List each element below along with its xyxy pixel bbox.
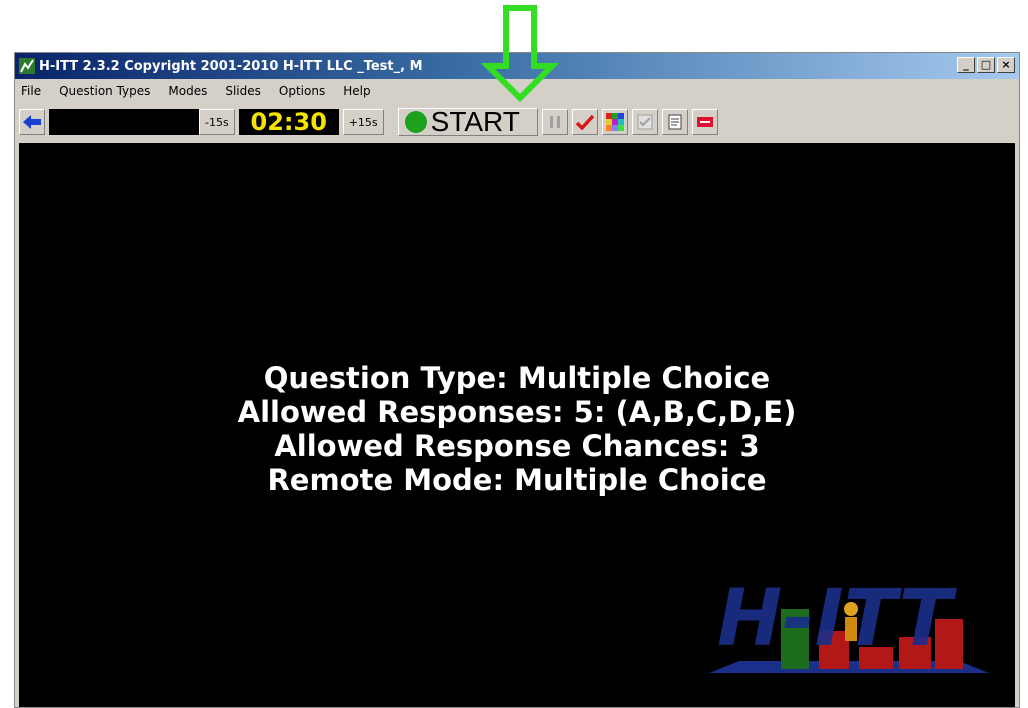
document-icon (668, 114, 682, 130)
disabled-check-button[interactable] (631, 109, 658, 135)
window-title: H-ITT 2.3.2 Copyright 2001-2010 H-ITT LL… (39, 58, 423, 74)
app-icon (19, 58, 35, 74)
back-button[interactable] (19, 109, 45, 135)
h-itt-logo: H-ITT (709, 574, 989, 673)
question-type-line: Question Type: Multiple Choice (263, 361, 771, 395)
stop-button[interactable] (691, 109, 718, 135)
close-button[interactable]: × (997, 57, 1015, 73)
app-window: H-ITT 2.3.2 Copyright 2001-2010 H-ITT LL… (14, 52, 1020, 708)
menu-help[interactable]: Help (343, 84, 370, 98)
annotation-arrow-icon (480, 5, 560, 103)
red-checkmark-icon (575, 114, 594, 130)
pause-button[interactable] (541, 109, 568, 135)
remote-mode-line: Remote Mode: Multiple Choice (267, 463, 767, 497)
green-circle-icon (404, 111, 427, 133)
grey-checklist-icon (637, 114, 653, 130)
session-name-field[interactable] (49, 109, 199, 135)
minus-15s-button[interactable]: -15s (199, 109, 235, 135)
toolbar: -15s 02:30 +15s START (15, 105, 1019, 139)
color-grid-icon (605, 113, 624, 131)
back-arrow-icon (23, 115, 41, 129)
red-stop-icon (696, 117, 713, 127)
menu-question-types[interactable]: Question Types (59, 84, 150, 98)
menu-options[interactable]: Options (279, 84, 325, 98)
minimize-button[interactable]: _ (957, 57, 975, 73)
plus-15s-button[interactable]: +15s (342, 109, 384, 135)
pause-icon (549, 116, 560, 128)
grid-results-button[interactable] (601, 109, 628, 135)
menu-modes[interactable]: Modes (168, 84, 207, 98)
report-button[interactable] (661, 109, 688, 135)
menu-file[interactable]: File (21, 84, 41, 98)
logo-text: H-ITT (717, 574, 958, 664)
countdown-timer: 02:30 (238, 108, 339, 136)
allowed-responses-line: Allowed Responses: 5: (A,B,C,D,E) (237, 395, 797, 429)
response-chances-line: Allowed Response Chances: 3 (274, 429, 760, 463)
start-button[interactable]: START (397, 106, 538, 137)
presentation-screen: Question Type: Multiple Choice Allowed R… (19, 143, 1015, 707)
menu-slides[interactable]: Slides (225, 84, 261, 98)
check-answer-button[interactable] (571, 109, 598, 135)
maximize-button[interactable]: □ (977, 57, 995, 73)
start-label: START (430, 106, 520, 137)
question-info: Question Type: Multiple Choice Allowed R… (19, 361, 1015, 497)
